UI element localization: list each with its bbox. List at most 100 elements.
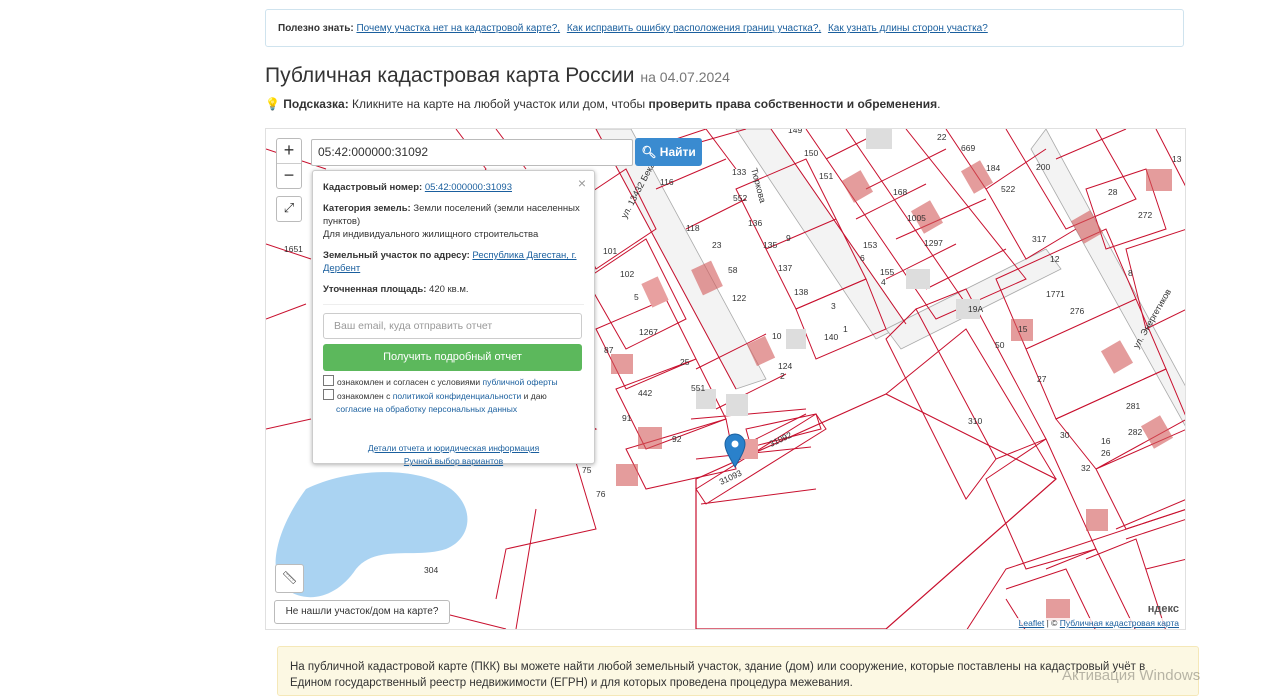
parcel-label: 1: [843, 324, 848, 334]
parcel-label: 442: [638, 388, 652, 398]
link-no-parcel[interactable]: Почему участка нет на кадастровой карте?…: [356, 23, 560, 34]
address-label: Земельный участок по адресу:: [323, 250, 470, 261]
parcel-label: 25: [680, 357, 690, 367]
parcel-label: 91: [622, 413, 632, 423]
parcel-label: 168: [893, 187, 907, 197]
useful-links-box: Полезно знать: Почему участка нет на кад…: [265, 9, 1184, 47]
map-attribution: Leaflet | © Публичная кадастровая карта: [1016, 618, 1181, 628]
parcel-label: 102: [620, 269, 634, 279]
parcel-label: 276: [1070, 306, 1084, 316]
parcel-label: 1651: [284, 244, 303, 254]
consent-privacy: ознакомлен с политикой конфиденциальност…: [323, 389, 584, 416]
parcel-label: 31092: [768, 430, 794, 449]
cadastral-number-row: Кадастровый номер: 05:42:000000:31093: [323, 181, 584, 194]
parcel-label: 92: [672, 434, 682, 444]
parcel-label: 3: [831, 301, 836, 311]
address-row: Земельный участок по адресу: Республика …: [323, 249, 584, 275]
parcel-label: 150: [804, 148, 818, 158]
ruler-icon[interactable]: 📏︎: [275, 564, 304, 593]
parcel-label: 317: [1032, 234, 1046, 244]
parcel-label: 133: [732, 167, 746, 177]
cadastral-search-input[interactable]: 05:42:000000:31092: [311, 139, 633, 166]
page-title: Публичная кадастровая карта России на 04…: [265, 64, 730, 88]
parcel-label: 122: [732, 293, 746, 303]
parcel-label: 16: [1101, 436, 1111, 446]
parcel-label: 155: [880, 267, 894, 277]
offer-link[interactable]: публичной оферты: [483, 377, 558, 387]
useful-label: Полезно знать:: [278, 23, 354, 34]
parcel-label: 124: [778, 361, 792, 371]
page-title-text: Публичная кадастровая карта России: [265, 64, 635, 87]
parcel-label: 140: [824, 332, 838, 342]
manual-selection-link[interactable]: Ручной выбор вариантов: [404, 456, 503, 466]
search-button-label: Найти: [659, 145, 696, 159]
consent-privacy-checkbox[interactable]: [323, 389, 334, 400]
parcel-label: 310: [968, 416, 982, 426]
divider: [323, 304, 584, 305]
lightbulb-icon: 💡: [265, 97, 280, 111]
link-side-lengths[interactable]: Как узнать длины сторон участка?: [828, 23, 988, 34]
parcel-label: 184: [986, 163, 1000, 173]
windows-activation-watermark: Активация Windows: [1062, 667, 1201, 684]
not-found-button[interactable]: Не нашли участок/дом на карте?: [274, 600, 450, 624]
privacy-link[interactable]: политикой конфиденциальности: [393, 391, 522, 401]
parcel-label: 1771: [1046, 289, 1065, 299]
parcel-label: 4: [881, 277, 886, 287]
parcel-label: 116: [660, 177, 674, 187]
parcel-label: 13: [1172, 154, 1182, 164]
location-marker-icon[interactable]: [724, 433, 746, 468]
consent-privacy-text: ознакомлен с: [337, 391, 391, 401]
parcel-label: 23: [712, 240, 722, 250]
parcel-label: 151: [819, 171, 833, 181]
cadastral-number-link[interactable]: 05:42:000000:31093: [425, 182, 512, 193]
buildings: [611, 129, 1174, 621]
search-button[interactable]: 🔍︎ Найти: [635, 138, 702, 166]
parcel-label: 50: [995, 340, 1005, 350]
hint-bold: проверить права собственности и обремене…: [648, 97, 938, 111]
parcel-label: 272: [1138, 210, 1152, 220]
pkk-link[interactable]: Публичная кадастровая карта: [1060, 618, 1179, 628]
parcel-label: 1005: [907, 213, 926, 223]
email-field[interactable]: Ваш email, куда отправить отчет: [323, 313, 582, 339]
cadastral-map[interactable]: 31093 31092 310 304 1651 122 124 140 135…: [265, 128, 1186, 630]
search-icon: 🔍︎: [641, 145, 657, 159]
parcel-label: 304: [424, 565, 438, 575]
parcel-label: 522: [1001, 184, 1015, 194]
leaflet-link[interactable]: Leaflet: [1019, 618, 1045, 628]
personal-data-link[interactable]: согласие на обработку персональных данны…: [336, 404, 517, 414]
parcel-label: 281: [1126, 401, 1140, 411]
parcel-label: 15: [1018, 324, 1028, 334]
report-details-link[interactable]: Детали отчета и юридическая информация: [368, 443, 539, 453]
zoom-control: + −: [276, 138, 302, 189]
cadastral-number-label: Кадастровый номер:: [323, 182, 423, 193]
parcel-info-popup: × Кадастровый номер: 05:42:000000:31093 …: [312, 170, 595, 466]
fullscreen-icon[interactable]: ⤢: [276, 196, 302, 222]
parcel-label: 153: [863, 240, 877, 250]
popup-links: Детали отчета и юридическая информация Р…: [323, 442, 584, 468]
parcel-label: 2: [780, 371, 785, 381]
info-text: На публичной кадастровой карте (ПКК) вы …: [290, 661, 1146, 689]
parcel-label: 26: [1101, 448, 1111, 458]
parcel-label: 8: [1128, 268, 1133, 278]
hint-text: Кликните на карте на любой участок или д…: [352, 97, 646, 111]
area-label: Уточненная площадь:: [323, 284, 427, 295]
consent-offer-checkbox[interactable]: [323, 375, 334, 386]
zoom-in-button[interactable]: +: [277, 139, 301, 163]
close-icon[interactable]: ×: [578, 175, 586, 191]
zoom-out-button[interactable]: −: [277, 163, 301, 188]
hint-line: 💡 Подсказка: Кликните на карте на любой …: [265, 97, 940, 111]
parcel-label: 1297: [924, 238, 943, 248]
parcel-label: 9: [786, 233, 791, 243]
parcel-label: 551: [691, 383, 705, 393]
land-category-row: Категория земель: Земли поселений (земли…: [323, 202, 584, 241]
parcel-label: 552: [733, 193, 747, 203]
parcel-label: 76: [596, 489, 606, 499]
get-report-button[interactable]: Получить подробный отчет: [323, 344, 582, 371]
parcel-label: 101: [603, 246, 617, 256]
parcel-label: 32: [1081, 463, 1091, 473]
link-fix-boundaries[interactable]: Как исправить ошибку расположения границ…: [567, 23, 821, 34]
parcel-label: 27: [1037, 374, 1047, 384]
parcel-label: 12: [1050, 254, 1060, 264]
parcel-label: 19А: [968, 304, 983, 314]
parcel-label: 30: [1060, 430, 1070, 440]
